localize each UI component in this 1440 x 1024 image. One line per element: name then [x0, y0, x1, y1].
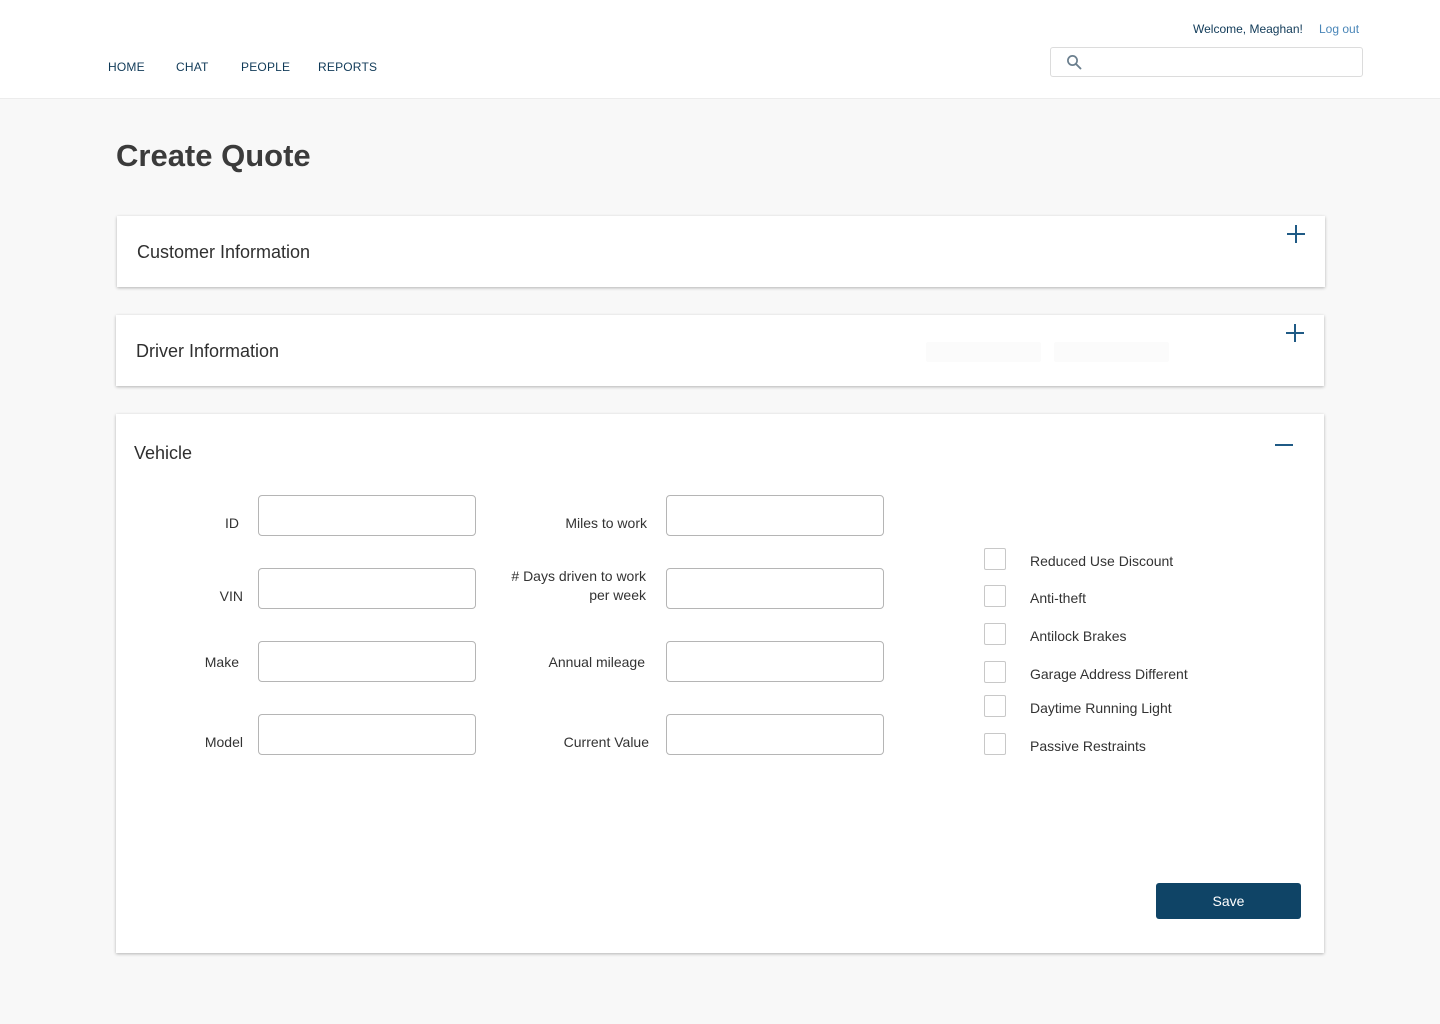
vehicle-panel: Vehicle ID VIN Make Model Miles to work … [116, 414, 1324, 953]
id-label: ID [225, 515, 239, 531]
page-title: Create Quote [116, 138, 311, 173]
driver-information-title: Driver Information [136, 341, 280, 361]
garage-address-different-label: Garage Address Different [1030, 666, 1188, 682]
make-input[interactable] [258, 641, 476, 682]
welcome-message: Welcome, Meaghan! [1193, 22, 1303, 36]
driver-information-panel: Driver Information [116, 315, 1324, 386]
days-driven-label: # Days driven to work per week [511, 568, 646, 603]
anti-theft-label: Anti-theft [1030, 590, 1087, 606]
annual-mileage-input[interactable] [666, 641, 884, 682]
top-header: Welcome, Meaghan! Log out HOME CHAT PEOP… [0, 0, 1440, 99]
vin-input[interactable] [258, 568, 476, 609]
daytime-running-light-checkbox[interactable] [984, 695, 1006, 717]
vehicle-title: Vehicle [134, 443, 193, 463]
minus-icon [1275, 444, 1293, 446]
model-label: Model [204, 734, 243, 750]
vin-label: VIN [219, 588, 243, 604]
model-input[interactable] [258, 714, 476, 755]
save-button[interactable]: Save [1156, 883, 1301, 919]
antilock-brakes-checkbox[interactable] [984, 623, 1006, 645]
reduced-use-discount-label: Reduced Use Discount [1030, 553, 1174, 569]
customer-information-panel: Customer Information [117, 216, 1325, 287]
faded-placeholder [926, 342, 1041, 362]
days-driven-input[interactable] [666, 568, 884, 609]
search-icon [1066, 54, 1082, 70]
passive-restraints-checkbox[interactable] [984, 733, 1006, 755]
expand-driver-button[interactable] [1284, 322, 1306, 344]
nav-people[interactable]: PEOPLE [241, 60, 290, 74]
current-value-label: Current Value [563, 734, 649, 750]
miles-to-work-input[interactable] [666, 495, 884, 536]
nav-home[interactable]: HOME [108, 60, 145, 74]
passive-restraints-label: Passive Restraints [1030, 738, 1146, 754]
logout-link[interactable]: Log out [1319, 22, 1359, 36]
plus-icon [1287, 225, 1305, 243]
current-value-input[interactable] [666, 714, 884, 755]
collapse-vehicle-button[interactable] [1273, 434, 1295, 456]
customer-information-title: Customer Information [137, 242, 311, 262]
annual-mileage-label: Annual mileage [548, 654, 645, 670]
antilock-brakes-label: Antilock Brakes [1030, 628, 1127, 644]
miles-to-work-label: Miles to work [565, 515, 647, 531]
faded-placeholder [1054, 342, 1169, 362]
search-box[interactable] [1050, 47, 1363, 77]
make-label: Make [204, 654, 239, 670]
search-input[interactable] [1091, 50, 1356, 74]
id-input[interactable] [258, 495, 476, 536]
reduced-use-discount-checkbox[interactable] [984, 548, 1006, 570]
anti-theft-checkbox[interactable] [984, 585, 1006, 607]
daytime-running-light-label: Daytime Running Light [1030, 700, 1172, 716]
plus-icon [1286, 324, 1304, 342]
garage-address-different-checkbox[interactable] [984, 661, 1006, 683]
nav-reports[interactable]: REPORTS [318, 60, 377, 74]
expand-customer-button[interactable] [1285, 223, 1307, 245]
nav-chat[interactable]: CHAT [176, 60, 209, 74]
